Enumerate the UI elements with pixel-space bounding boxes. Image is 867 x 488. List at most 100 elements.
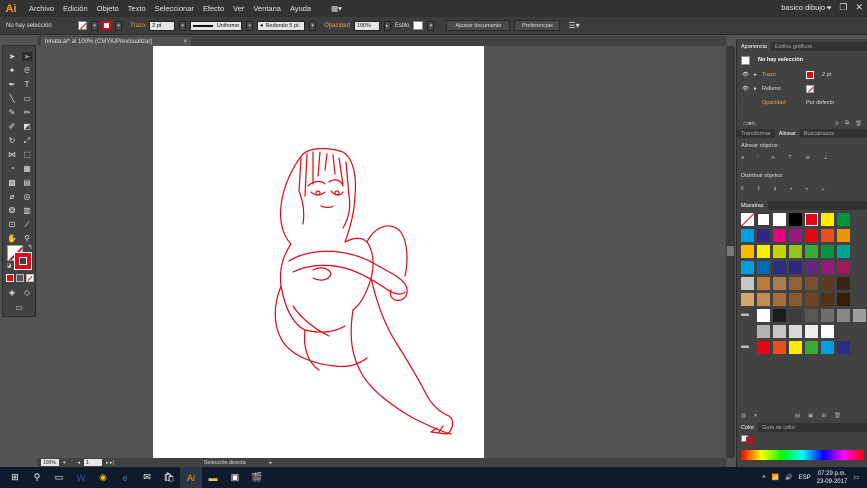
brush-dropdown[interactable]: ▾ <box>309 20 317 31</box>
color-swatch[interactable] <box>757 261 770 274</box>
color-swatch[interactable] <box>837 341 850 354</box>
document-tab[interactable]: hinata.ai* al 100% (CMYK/Previsualizar) … <box>41 37 191 46</box>
stroke-label[interactable]: Trazo <box>130 23 145 29</box>
color-swatch[interactable] <box>805 277 818 290</box>
color-swatch[interactable] <box>805 309 818 322</box>
scale-tool-icon[interactable]: ⤢ <box>22 136 32 145</box>
tab-align[interactable]: Alinear <box>774 129 800 138</box>
tab-pathfinder[interactable]: Buscatrazos <box>800 129 838 138</box>
menu-ventana[interactable]: Ventana <box>253 4 281 13</box>
color-swatch[interactable] <box>837 245 850 258</box>
appearance-fill-row[interactable]: 👁 ▸ Relleno <box>737 83 867 94</box>
clock[interactable]: 07:29 p.m. 23-09-2017 <box>817 470 848 486</box>
tray-chevron-icon[interactable]: ˄ <box>762 475 766 481</box>
hand-tool-icon[interactable]: ✋ <box>7 234 17 243</box>
align-vcenter-icon[interactable]: ⊖ <box>805 155 810 161</box>
control-bar-menu-icon[interactable]: ☰▾ <box>568 21 579 30</box>
delete-item-icon[interactable]: 🗑 <box>855 121 862 127</box>
clear-appearance-icon[interactable]: ⊘ <box>834 121 839 127</box>
pen-tool-icon[interactable]: ✒ <box>7 80 17 89</box>
zoom-field[interactable]: 100% <box>41 459 59 466</box>
color-swatch[interactable] <box>757 213 770 226</box>
distribute-left-icon[interactable]: ⫞ <box>789 186 792 193</box>
fill-swatch[interactable] <box>78 21 87 30</box>
input-language[interactable]: ESP <box>799 475 811 481</box>
color-swatch[interactable] <box>837 309 850 322</box>
profile-dropdown[interactable]: ▾ <box>246 20 254 31</box>
opacity-field[interactable]: 100% <box>353 20 380 31</box>
color-swatch[interactable] <box>757 277 770 290</box>
search-icon[interactable]: ⚲ <box>26 467 48 488</box>
color-swatch[interactable] <box>741 245 754 258</box>
duplicate-item-icon[interactable]: ⧉ <box>845 120 849 127</box>
color-swatch[interactable] <box>837 277 850 290</box>
direct-selection-tool-icon[interactable]: ➢ <box>22 52 32 61</box>
color-swatch[interactable] <box>773 229 786 242</box>
appearance-opacity-label[interactable]: Opacidad <box>762 100 806 106</box>
color-swatch[interactable] <box>837 293 850 306</box>
preferences-button[interactable]: Preferencias <box>514 20 561 31</box>
color-swatch[interactable] <box>821 341 834 354</box>
movies-icon[interactable]: 🎬 <box>246 467 268 488</box>
photos-icon[interactable]: ▣ <box>224 467 246 488</box>
slice-tool-icon[interactable]: ⟋ <box>22 220 32 229</box>
visibility-eye-icon[interactable]: 👁 <box>742 86 754 92</box>
stroke-dropdown[interactable]: ▾ <box>115 20 122 31</box>
color-swatch[interactable] <box>821 309 834 322</box>
free-transform-tool-icon[interactable]: ⬚ <box>22 150 32 159</box>
store-icon[interactable]: 🛍 <box>158 467 180 488</box>
stroke-color-box[interactable] <box>14 252 32 270</box>
minimize-icon[interactable]: – <box>826 2 831 13</box>
color-swatch[interactable] <box>773 309 786 322</box>
appearance-fill-label[interactable]: Relleno <box>762 86 806 92</box>
type-tool-icon[interactable]: T <box>22 80 32 89</box>
artboard-nav-icon[interactable]: ◂ <box>78 460 81 466</box>
color-swatch[interactable] <box>757 325 770 338</box>
gradient-tool-icon[interactable]: ▤ <box>22 178 32 187</box>
workspace-switcher[interactable]: basico dibujo ▾ <box>781 3 831 12</box>
color-swatch[interactable] <box>789 325 802 338</box>
document-tab-close-icon[interactable]: × <box>183 39 187 45</box>
artboard-number-field[interactable]: 1 <box>84 459 103 466</box>
pencil-tool-icon[interactable]: ✏ <box>22 108 32 117</box>
mail-icon[interactable]: ✉ <box>136 467 158 488</box>
color-swatch[interactable] <box>741 213 754 226</box>
color-swatch[interactable] <box>805 293 818 306</box>
chrome-icon[interactable]: ◉ <box>92 467 114 488</box>
color-swatch[interactable] <box>805 245 818 258</box>
column-graph-tool-icon[interactable]: ▥ <box>22 206 32 215</box>
color-swatch[interactable] <box>741 229 754 242</box>
magic-wand-tool-icon[interactable]: ✦ <box>7 66 17 75</box>
color-swatch[interactable] <box>741 261 754 274</box>
appearance-opacity-row[interactable]: ▫ Opacidad Por defecto <box>737 97 867 108</box>
swatch-group-folder-icon[interactable]: ▬ <box>741 341 754 354</box>
swatch-kind-icon[interactable]: ▾ <box>754 413 757 419</box>
color-swatch[interactable] <box>805 229 818 242</box>
color-swatch[interactable] <box>773 261 786 274</box>
appearance-stroke-row[interactable]: 👁 ▸ Trazo 2 pt <box>737 69 867 80</box>
color-swatch[interactable] <box>773 245 786 258</box>
blend-tool-icon[interactable]: ◎ <box>22 192 32 201</box>
draw-mode-icon[interactable]: ◈ <box>7 288 17 297</box>
edge-icon[interactable]: e <box>114 467 136 488</box>
zoom-dropdown-icon[interactable]: ▾ <box>63 460 66 466</box>
mesh-tool-icon[interactable]: ▩ <box>7 178 17 187</box>
color-swatch[interactable] <box>773 277 786 290</box>
tab-transform[interactable]: Transformar <box>737 129 775 138</box>
menu-ver[interactable]: Ver <box>233 4 244 13</box>
close-icon[interactable]: ✕ <box>855 2 863 13</box>
color-swatch[interactable] <box>821 261 834 274</box>
color-swatch[interactable] <box>741 293 754 306</box>
menu-ayuda[interactable]: Ayuda <box>290 4 311 13</box>
symbol-sprayer-tool-icon[interactable]: ❂ <box>7 206 17 215</box>
appearance-stroke-label[interactable]: Trazo <box>762 72 806 78</box>
color-swatch[interactable] <box>757 229 770 242</box>
color-swatch[interactable] <box>789 293 802 306</box>
lasso-tool-icon[interactable]: ᘓ <box>22 66 32 75</box>
color-swatch[interactable] <box>789 309 802 322</box>
color-swatch[interactable] <box>837 261 850 274</box>
color-group-icon[interactable]: ▣ <box>808 413 813 419</box>
color-swatch[interactable] <box>805 325 818 338</box>
color-swatch[interactable] <box>757 309 770 322</box>
color-swatch[interactable] <box>805 341 818 354</box>
